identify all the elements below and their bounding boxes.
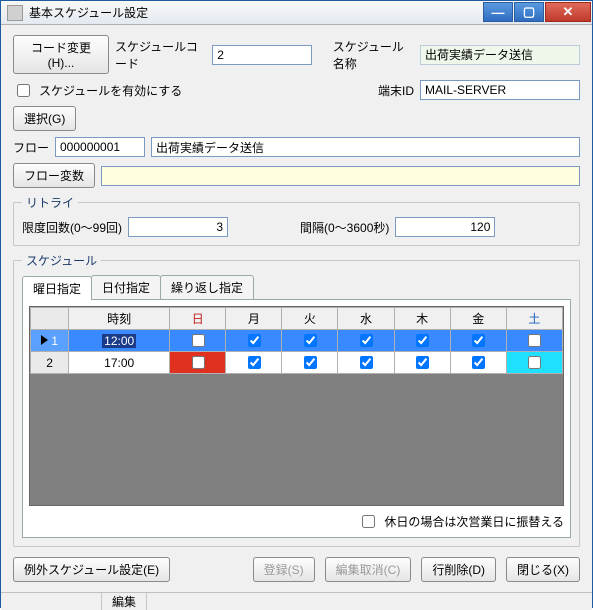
app-icon	[7, 5, 23, 21]
day-checkbox[interactable]	[416, 356, 429, 369]
row-marker: 1	[31, 330, 69, 352]
day-cell-thu[interactable]	[394, 330, 450, 352]
day-checkbox[interactable]	[304, 334, 317, 347]
table-row[interactable]: 2 17:00	[31, 352, 563, 374]
day-cell-mon[interactable]	[226, 352, 282, 374]
titlebar: 基本スケジュール設定 — ▢ ✕	[1, 1, 592, 25]
day-checkbox[interactable]	[248, 334, 261, 347]
window-buttons: — ▢ ✕	[482, 2, 591, 24]
day-checkbox[interactable]	[528, 334, 541, 347]
schedule-name-field[interactable]	[420, 45, 580, 65]
schedule-tabs: 曜日指定 日付指定 繰り返し指定	[22, 275, 571, 300]
time-cell[interactable]: 17:00	[69, 352, 170, 374]
col-wed: 水	[338, 308, 394, 330]
retry-interval-input[interactable]	[395, 217, 495, 237]
day-cell-fri[interactable]	[450, 330, 506, 352]
day-checkbox[interactable]	[528, 356, 541, 369]
flow-code-input[interactable]	[55, 137, 145, 157]
status-cell-3	[146, 593, 592, 610]
time-cell[interactable]: 12:00	[69, 330, 170, 352]
retry-interval-label: 間隔(0～3600秒)	[300, 219, 389, 236]
day-checkbox[interactable]	[360, 356, 373, 369]
holiday-shift-label: 休日の場合は次営業日に振替える	[384, 513, 564, 530]
day-cell-fri[interactable]	[450, 352, 506, 374]
day-checkbox[interactable]	[248, 356, 261, 369]
col-sat: 土	[506, 308, 562, 330]
schedule-code-input[interactable]	[212, 45, 312, 65]
day-cell-wed[interactable]	[338, 330, 394, 352]
tab-date[interactable]: 日付指定	[91, 275, 161, 299]
day-checkbox[interactable]	[416, 334, 429, 347]
retry-group: リトライ 限度回数(0～99回) 間隔(0～3600秒)	[13, 194, 580, 246]
col-thu: 木	[394, 308, 450, 330]
table-row[interactable]: 1 12:00	[31, 330, 563, 352]
day-checkbox[interactable]	[472, 334, 485, 347]
schedule-grid[interactable]: 時刻 日 月 火 水 木 金 土	[29, 306, 564, 506]
window: 基本スケジュール設定 — ▢ ✕ コード変更(H)... スケジュールコード ス…	[0, 0, 593, 608]
maximize-button[interactable]: ▢	[514, 2, 544, 22]
flow-name-field	[151, 137, 580, 157]
day-cell-tue[interactable]	[282, 330, 338, 352]
day-cell-sat[interactable]	[506, 330, 562, 352]
schedule-name-label: スケジュール名称	[333, 38, 414, 72]
terminal-id-input[interactable]	[420, 80, 580, 100]
col-tue: 火	[282, 308, 338, 330]
terminal-id-label: 端末ID	[378, 82, 414, 99]
flow-label: フロー	[13, 139, 49, 156]
code-change-button[interactable]: コード変更(H)...	[13, 35, 109, 74]
tab-repeat[interactable]: 繰り返し指定	[160, 275, 254, 299]
client-area: コード変更(H)... スケジュールコード スケジュール名称 スケジュールを有効…	[1, 25, 592, 592]
day-cell-thu[interactable]	[394, 352, 450, 374]
status-mode: 編集	[101, 593, 146, 610]
col-time: 時刻	[69, 308, 170, 330]
current-row-icon	[41, 335, 48, 345]
day-checkbox[interactable]	[192, 334, 205, 347]
schedule-legend: スケジュール	[22, 252, 101, 269]
delete-row-button[interactable]: 行削除(D)	[421, 557, 496, 582]
day-checkbox[interactable]	[472, 356, 485, 369]
window-title: 基本スケジュール設定	[29, 4, 482, 21]
retry-legend: リトライ	[22, 194, 78, 211]
minimize-button[interactable]: —	[483, 2, 513, 22]
col-marker	[31, 308, 69, 330]
day-cell-wed[interactable]	[338, 352, 394, 374]
day-checkbox[interactable]	[192, 356, 205, 369]
day-checkbox[interactable]	[360, 334, 373, 347]
row-marker: 2	[31, 352, 69, 374]
status-bar: 編集	[1, 592, 592, 610]
tab-day-of-week[interactable]: 曜日指定	[22, 276, 92, 300]
retry-limit-input[interactable]	[128, 217, 228, 237]
day-checkbox[interactable]	[304, 356, 317, 369]
day-cell-mon[interactable]	[226, 330, 282, 352]
close-button[interactable]: 閉じる(X)	[506, 557, 580, 582]
col-sun: 日	[170, 308, 226, 330]
register-button[interactable]: 登録(S)	[253, 557, 315, 582]
retry-limit-label: 限度回数(0～99回)	[22, 219, 122, 236]
col-fri: 金	[450, 308, 506, 330]
bottom-toolbar: 例外スケジュール設定(E) 登録(S) 編集取消(C) 行削除(D) 閉じる(X…	[13, 553, 580, 586]
exception-schedule-button[interactable]: 例外スケジュール設定(E)	[13, 557, 170, 582]
day-cell-sat[interactable]	[506, 352, 562, 374]
col-mon: 月	[226, 308, 282, 330]
close-window-button[interactable]: ✕	[545, 2, 591, 22]
schedule-code-label: スケジュールコード	[115, 38, 206, 72]
enable-schedule-label: スケジュールを有効にする	[39, 82, 182, 99]
day-cell-tue[interactable]	[282, 352, 338, 374]
cancel-edit-button[interactable]: 編集取消(C)	[325, 557, 412, 582]
day-cell-sun[interactable]	[170, 330, 226, 352]
schedule-group: スケジュール 曜日指定 日付指定 繰り返し指定 時刻 日 月	[13, 252, 580, 547]
select-button[interactable]: 選択(G)	[13, 106, 76, 131]
flow-vars-button[interactable]: フロー変数	[13, 163, 95, 188]
day-cell-sun[interactable]	[170, 352, 226, 374]
flow-vars-field	[101, 166, 580, 186]
status-cell-1	[1, 593, 101, 610]
holiday-shift-checkbox[interactable]	[362, 515, 375, 528]
enable-schedule-checkbox[interactable]	[17, 84, 30, 97]
